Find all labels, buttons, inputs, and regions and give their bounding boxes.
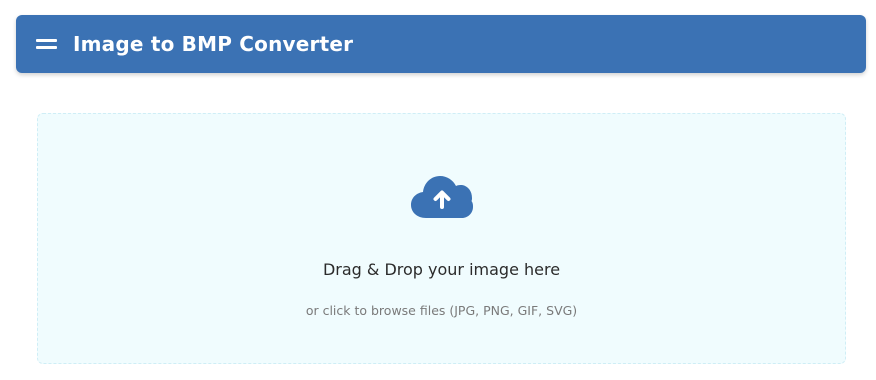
page-title: Image to BMP Converter bbox=[73, 32, 354, 56]
app-header: Image to BMP Converter bbox=[16, 15, 866, 73]
hamburger-menu-icon[interactable] bbox=[36, 37, 57, 51]
cloud-upload-icon bbox=[411, 176, 473, 218]
dropzone-primary-text: Drag & Drop your image here bbox=[322, 260, 561, 279]
dropzone-hint-text: or click to browse files (JPG, PNG, GIF,… bbox=[305, 303, 578, 318]
file-dropzone[interactable]: Drag & Drop your image here or click to … bbox=[37, 113, 846, 364]
